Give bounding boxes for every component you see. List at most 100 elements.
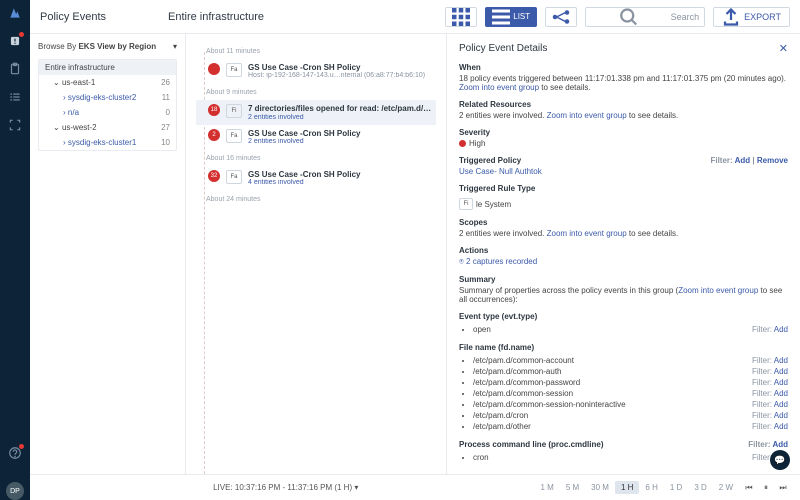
zoom-link[interactable]: Zoom into event group [459,83,539,92]
detail-title: Policy Event Details✕ [459,42,788,55]
scopes-label: Scopes [459,218,788,227]
filter-add[interactable]: Add [774,367,788,376]
breadcrumb: Entire infrastructure [168,11,437,23]
time-range-button[interactable]: 5 M [560,481,585,494]
scan-icon[interactable] [8,118,22,132]
search-placeholder: Search [671,12,700,22]
alert-icon[interactable] [8,34,22,48]
list-item: /etc/pam.d/common-accountFilter: Add [473,355,788,366]
list-item: /etc/pam.d/common-sessionFilter: Add [473,388,788,399]
event-row[interactable]: 2FaGS Use Case -Cron SH Policy2 entities… [196,125,436,149]
file-name-list: /etc/pam.d/common-accountFilter: Add/etc… [459,355,788,432]
filter-add[interactable]: Add [774,356,788,365]
chat-fab[interactable]: 💬 [770,450,790,470]
page-title: Policy Events [40,11,160,23]
tree: Entire infrastructure ⌄ us-east-126 › sy… [38,59,177,151]
timeline-section: About 24 minutes [206,196,436,203]
event-row[interactable]: 32FaGS Use Case -Cron SH Policy4 entitie… [196,166,436,190]
event-tag: Fi [226,104,242,118]
event-type-list: openFilter: Add [459,324,788,335]
time-range-button[interactable]: 1 D [664,481,688,494]
triggered-rule-type-label: Triggered Rule Type [459,184,788,193]
timeline-section: About 9 minutes [206,89,436,96]
related-resources-label: Related Resources [459,100,788,109]
help-icon[interactable] [8,446,22,460]
event-marker [208,63,220,75]
time-range-button[interactable]: 6 H [639,481,663,494]
triggered-policy-label: Triggered PolicyFilter: Add | Remove [459,156,788,165]
list-item: openFilter: Add [473,324,788,335]
view-graph-button[interactable] [545,7,577,27]
triggered-policy-value[interactable]: Use Case- Null Authtok [459,167,788,176]
timeline-section: About 11 minutes [206,48,436,55]
event-tag: Fa [226,129,242,143]
rule-type-chip: File System [459,198,511,210]
zoom-link[interactable]: Zoom into event group [547,111,627,120]
logo-icon[interactable] [8,6,22,20]
event-tag: Fa [226,63,242,77]
list-item: /etc/pam.d/common-session-noninteractive… [473,399,788,410]
list-item: /etc/pam.d/cronFilter: Add [473,410,788,421]
export-button[interactable]: EXPORT [713,7,790,27]
list-icon[interactable] [8,90,22,104]
timeline: About 11 minutes FaGS Use Case -Cron SH … [186,34,446,474]
tree-cluster[interactable]: › sysdig-eks-cluster211 [39,90,176,105]
topbar: Policy Events Entire infrastructure LIST… [30,0,800,34]
time-range-button[interactable]: 1 H [615,481,639,494]
list-item: /etc/pam.d/common-authFilter: Add [473,366,788,377]
filter-add[interactable]: Add [774,400,788,409]
bottombar: LIVE: 10:37:16 PM - 11:37:16 PM (1 H) ▾ … [30,474,800,500]
filter-add[interactable]: Add [774,389,788,398]
event-tag: Fa [226,170,242,184]
time-range-button[interactable]: 1 M [534,481,559,494]
when-label: When [459,63,788,72]
event-marker: 18 [208,104,220,116]
close-icon[interactable]: ✕ [779,42,788,55]
sidebar: Browse By EKS View by Region ▾ Entire in… [30,34,186,474]
live-range: LIVE: 10:37:16 PM - 11:37:16 PM (1 H) ▾ [40,483,531,492]
filter-remove[interactable]: Remove [757,156,788,165]
proc-list: cronFilter: Add [459,452,788,463]
filter-add[interactable]: Add [735,156,751,165]
tree-root[interactable]: Entire infrastructure [39,60,176,75]
pause-icon[interactable]: ⏸ [759,481,773,495]
skip-back-icon[interactable]: ⏮ [742,481,756,495]
event-marker: 2 [208,129,220,141]
avatar[interactable]: DP [6,482,24,500]
file-name-label: File name (fd.name) [459,343,788,352]
skip-forward-icon[interactable]: ⏭ [776,481,790,495]
time-range-button[interactable]: 3 D [688,481,712,494]
severity-label: Severity [459,128,788,137]
when-text: 18 policy events triggered between 11:17… [459,74,788,83]
tree-cluster[interactable]: › n/a0 [39,105,176,120]
time-range-button[interactable]: 30 M [585,481,615,494]
severity-dot-icon [459,140,466,147]
export-label: EXPORT [744,12,781,22]
filter-add[interactable]: Add [774,325,788,334]
filter-add[interactable]: Add [774,378,788,387]
zoom-link[interactable]: Zoom into event group [547,229,627,238]
chevron-down-icon: ▾ [173,42,177,51]
time-range-button[interactable]: 2 W [713,481,739,494]
filter-add[interactable]: Add [774,411,788,420]
tree-region[interactable]: ⌄ us-west-227 [39,120,176,135]
event-type-label: Event type (evt.type) [459,312,788,321]
detail-panel: Policy Event Details✕ When 18 policy eve… [446,34,800,474]
browse-by[interactable]: Browse By EKS View by Region ▾ [38,42,177,51]
actions-value[interactable]: ⍟ 2 captures recorded [459,257,788,267]
view-list-label: LIST [513,12,530,21]
filter-add[interactable]: Add [772,440,788,449]
event-row-selected[interactable]: 18Fi7 directories/files opened for read:… [196,100,436,125]
search-input[interactable]: Search [585,7,705,27]
view-grid-button[interactable] [445,7,477,27]
view-list-button[interactable]: LIST [485,7,537,27]
proc-cmdline-label: Process command line (proc.cmdline)Filte… [459,440,788,449]
zoom-link[interactable]: Zoom into event group [678,286,758,295]
clipboard-icon[interactable] [8,62,22,76]
event-row[interactable]: FaGS Use Case -Cron SH PolicyHost: ip-19… [196,59,436,83]
filter-add[interactable]: Add [774,422,788,431]
actions-label: Actions [459,246,788,255]
tree-region[interactable]: ⌄ us-east-126 [39,75,176,90]
tree-cluster[interactable]: › sysdig-eks-cluster110 [39,135,176,150]
list-item: /etc/pam.d/otherFilter: Add [473,421,788,432]
